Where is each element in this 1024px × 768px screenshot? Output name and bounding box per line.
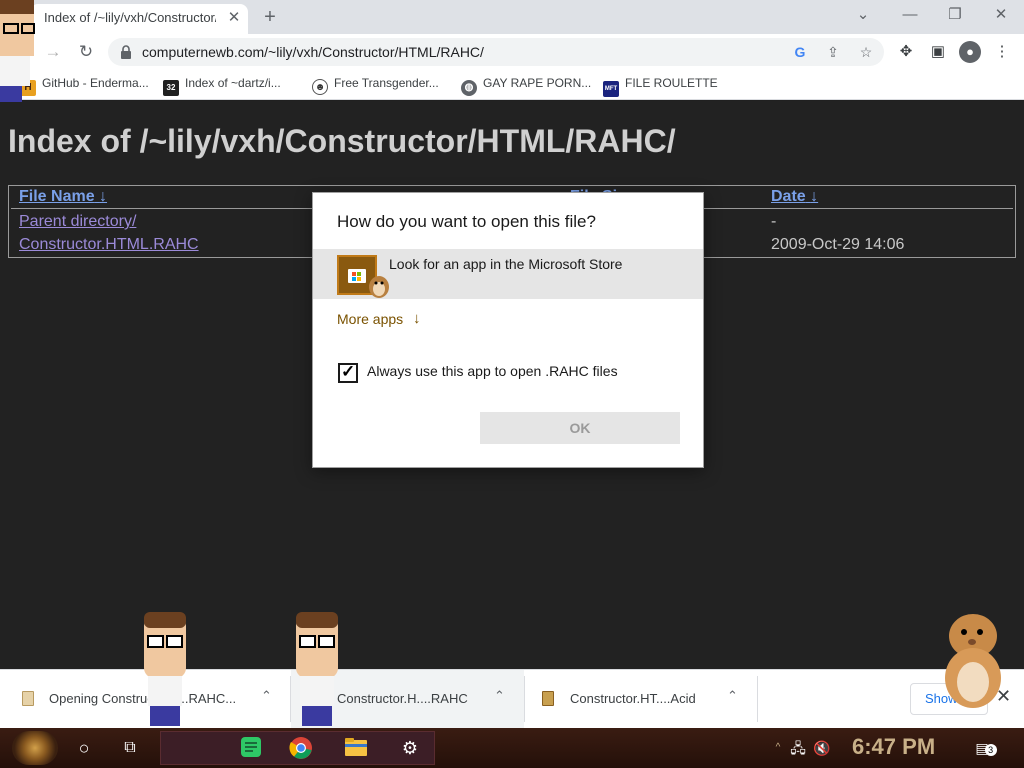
store-option-label: Look for an app in the Microsoft Store — [389, 256, 623, 272]
checkmark-icon: ✓ — [341, 362, 356, 381]
bookmark-label: GAY RAPE PORN... — [483, 76, 592, 90]
share-icon[interactable]: ⇪ — [823, 42, 843, 62]
browser-tab[interactable]: Index of /~lily/vxh/Constructor/HTML/RAH… — [30, 4, 248, 34]
column-label: File Name — [19, 188, 95, 205]
download-name: Constructor.H....RAHC — [337, 691, 468, 706]
start-button-icon[interactable] — [12, 731, 58, 765]
extensions-icon[interactable]: ✥ — [895, 41, 917, 63]
google-icon[interactable]: G — [790, 42, 810, 62]
task-view-icon[interactable]: ⧉ — [118, 736, 142, 760]
more-apps-link[interactable]: More apps — [337, 311, 403, 327]
cartoon-character-icon — [296, 612, 338, 726]
download-separator — [757, 676, 758, 722]
download-item[interactable]: Constructor.HT....Acid ⌃ — [525, 670, 757, 728]
dialog-title: How do you want to open this file? — [337, 212, 596, 231]
bookmark-label: Free Transgender... — [334, 76, 439, 90]
tab-close-icon[interactable]: ✕ — [224, 8, 244, 28]
bookmark-label: GitHub - Enderma... — [42, 76, 149, 90]
url-text[interactable]: computernewb.com/~lily/vxh/Constructor/H… — [142, 44, 484, 60]
file-icon — [542, 691, 554, 706]
sort-arrow-icon: ↓ — [99, 188, 108, 205]
row-date: 2009-Oct-29 14:06 — [771, 236, 905, 253]
always-use-checkbox[interactable]: ✓ — [338, 362, 358, 383]
row-date: - — [771, 213, 777, 230]
page-title: Index of /~lily/vxh/Constructor/HTML/RAH… — [8, 123, 676, 159]
file-explorer-icon[interactable] — [344, 736, 368, 760]
bookmark-label: Index of ~dartz/i... — [185, 76, 281, 90]
cartoon-character-icon — [0, 0, 35, 102]
side-panel-icon[interactable]: ▣ — [927, 41, 949, 63]
column-file-name[interactable]: File Name ↓ — [19, 188, 107, 206]
chevron-up-icon[interactable]: ⌃ — [727, 688, 738, 704]
lock-icon — [121, 45, 131, 59]
download-name: Constructor.HT....Acid — [570, 691, 696, 706]
bookmarks-bar: H GitHub - Enderma... 32 Index of ~dartz/i… — [0, 70, 1024, 100]
reload-icon[interactable]: ↻ — [75, 41, 97, 63]
file-link[interactable]: Constructor.HTML.RAHC — [19, 236, 199, 254]
tab-title: Index of /~lily/vxh/Constructor/HTML/RAH… — [44, 10, 216, 25]
network-icon[interactable]: 🖧 — [786, 736, 810, 760]
chrome-icon[interactable] — [289, 736, 313, 760]
parent-directory-link[interactable]: Parent directory/ — [19, 213, 136, 231]
minimize-icon[interactable]: — — [898, 5, 922, 27]
bookmark-index-dartz[interactable]: 32 Index of ~dartz/i... — [163, 76, 281, 96]
new-tab-icon[interactable]: + — [258, 6, 282, 30]
bookmark-32-icon: 32 — [163, 80, 179, 96]
file-icon — [22, 691, 34, 706]
address-bar[interactable]: computernewb.com/~lily/vxh/Constructor/H… — [108, 38, 884, 66]
settings-gear-icon[interactable]: ⚙ — [398, 736, 422, 760]
bookmark-file-roulette[interactable]: MFT FILE ROULETTE — [603, 76, 718, 97]
column-date[interactable]: Date ↓ — [771, 188, 818, 206]
chevron-up-icon[interactable]: ⌃ — [261, 688, 272, 704]
search-icon[interactable]: ○ — [72, 736, 96, 760]
globe-icon: ◍ — [461, 80, 477, 96]
volume-muted-icon[interactable]: 🔇 — [810, 736, 834, 760]
bookmark-label: FILE ROULETTE — [625, 76, 718, 90]
open-with-dialog: How do you want to open this file? Look … — [312, 192, 704, 468]
menu-icon[interactable]: ⋮ — [991, 41, 1013, 63]
notifications-icon[interactable]: ▤ 3 — [970, 736, 997, 760]
cartoon-character-icon — [144, 612, 186, 726]
taskbar: ○ ⧉ ⚙ ^ 🖧 🔇 6:47 PM ▤ 3 — [0, 728, 1024, 768]
forward-icon[interactable]: → — [42, 41, 64, 63]
close-window-icon[interactable]: ✕ — [989, 5, 1013, 27]
bookmark-free-transgender[interactable]: ☻ Free Transgender... — [312, 76, 439, 95]
always-use-label[interactable]: Always use this app to open .RAHC files — [367, 363, 618, 379]
column-label: Date — [771, 188, 806, 205]
hamster-icon — [945, 614, 1001, 708]
bookmark-star-icon[interactable]: ☆ — [856, 42, 876, 62]
tab-strip: Index of /~lily/vxh/Constructor/HTML/RAH… — [0, 0, 1024, 34]
profile-icon[interactable]: ● — [959, 41, 981, 63]
chevron-down-icon[interactable]: ↓ — [413, 310, 421, 327]
notification-count: 3 — [984, 744, 997, 756]
chevron-up-icon[interactable]: ⌃ — [494, 688, 505, 704]
sort-arrow-icon: ↓ — [810, 188, 819, 205]
ok-button[interactable]: OK — [480, 412, 680, 444]
tab-search-icon[interactable]: ⌄ — [851, 5, 875, 27]
clock[interactable]: 6:47 PM — [852, 734, 935, 760]
notes-app-icon[interactable] — [239, 736, 263, 760]
maximize-icon[interactable]: ❐ — [943, 5, 967, 27]
mft-icon: MFT — [603, 81, 619, 97]
browser-toolbar: → ↻ computernewb.com/~lily/vxh/Construct… — [0, 34, 1024, 70]
cursor-hamster-icon — [369, 276, 389, 298]
bookmark-gay-rape-porn[interactable]: ◍ GAY RAPE PORN... — [461, 76, 592, 96]
mask-icon: ☻ — [312, 79, 328, 95]
